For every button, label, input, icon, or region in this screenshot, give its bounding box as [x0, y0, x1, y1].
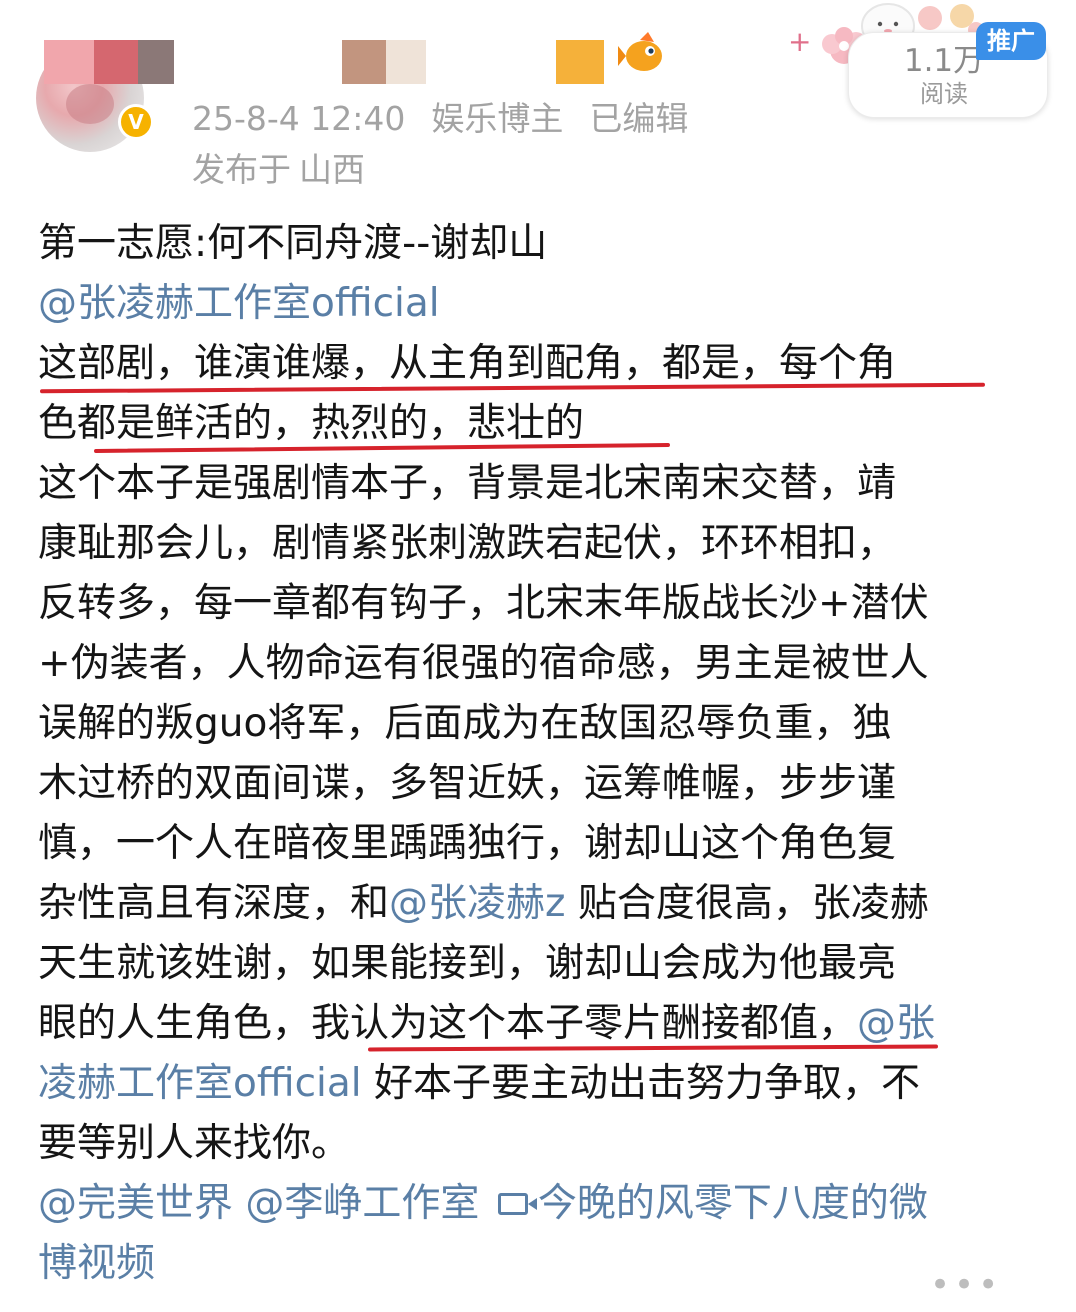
- post-line: 木过桥的双面间谍，多智近妖，运筹帷幄，步步谨: [38, 754, 1048, 814]
- post-text: 第一志愿:何不同舟渡--谢却山: [38, 221, 548, 266]
- post-line: 康耻那会儿，剧情紧张刺激跌宕起伏，环环相扣，: [38, 514, 1048, 574]
- post-text: 要等别人来找你。: [38, 1121, 351, 1166]
- post-body: 第一志愿:何不同舟渡--谢却山 @张凌赫工作室official 这部剧，谁演谁爆…: [38, 214, 1048, 1294]
- post-text: 色都是鲜活的，热烈的，悲壮的: [38, 401, 585, 446]
- post-line: 反转多，每一章都有钩子，北宋末年版战长沙+潜伏: [38, 574, 1048, 634]
- author-category: 娱乐博主: [431, 99, 564, 138]
- post-text: 这部剧，谁演谁爆，从主角到配角，都是，每个角: [38, 341, 897, 386]
- post-text: +伪装者，人物命运有很强的宿命感，男主是被世人: [38, 641, 929, 686]
- video-icon: [497, 1192, 537, 1215]
- post-text: 杂性高且有深度，和: [38, 881, 390, 926]
- more-dots-icon: •••: [930, 1265, 1003, 1305]
- verified-badge-icon: V: [118, 104, 154, 140]
- mention-link[interactable]: @张凌赫工作室official: [38, 281, 440, 326]
- redacted-block: [44, 40, 94, 84]
- post-line: 眼的人生角色，我认为这个本子零片酬接都值，@张: [38, 994, 1048, 1054]
- post-text: 天生就该姓谢，如果能接到，谢却山会成为他最亮: [38, 941, 897, 986]
- post-line: 杂性高且有深度，和@张凌赫z 贴合度很高，张凌赫: [38, 874, 1048, 934]
- post-header: V 25-8-4 12:40 娱乐博主 已编辑 发布于 山西 + 1.1万 阅读…: [0, 0, 1076, 200]
- post-meta: 25-8-4 12:40 娱乐博主 已编辑: [192, 97, 714, 141]
- post-line: 色都是鲜活的，热烈的，悲壮的: [38, 394, 1048, 454]
- post-line: 这部剧，谁演谁爆，从主角到配角，都是，每个角: [38, 334, 1048, 394]
- mention-link[interactable]: 凌赫工作室official: [38, 1061, 362, 1106]
- post-line: 要等别人来找你。: [38, 1114, 1048, 1174]
- location-value: 山西: [299, 150, 365, 189]
- post-text: 误解的叛guo将军，后面成为在敌国忍辱负重，独: [38, 701, 892, 746]
- video-link[interactable]: 博视频: [38, 1241, 155, 1286]
- post-line: 博视频: [38, 1234, 1048, 1294]
- post-text: 眼的人生角色，我认为这个本子零片酬接都值，: [38, 1001, 858, 1046]
- mention-link[interactable]: @完美世界: [38, 1181, 233, 1226]
- post-line: 这个本子是强剧情本子，背景是北宋南宋交替，靖: [38, 454, 1048, 514]
- redacted-block: [386, 40, 426, 84]
- post-text: 这个本子是强剧情本子，背景是北宋南宋交替，靖: [38, 461, 897, 506]
- location-prefix: 发布于: [192, 150, 291, 189]
- post-line: @张凌赫工作室official: [38, 274, 1048, 334]
- post-line: 第一志愿:何不同舟渡--谢却山: [38, 214, 1048, 274]
- post-line: 凌赫工作室official 好本子要主动出击努力争取，不: [38, 1054, 1048, 1114]
- mention-link[interactable]: @张: [857, 1001, 935, 1046]
- post-line: 误解的叛guo将军，后面成为在敌国忍辱负重，独: [38, 694, 1048, 754]
- read-label: 阅读: [920, 80, 968, 108]
- post-line: 慎，一个人在暗夜里踽踽独行，谢却山这个角色复: [38, 814, 1048, 874]
- redacted-block: [556, 40, 604, 84]
- avatar-image: [66, 84, 114, 124]
- redacted-block: [138, 40, 174, 84]
- post-timestamp[interactable]: 25-8-4 12:40: [192, 99, 405, 138]
- mention-link[interactable]: @李峥工作室: [245, 1181, 479, 1226]
- post-line: +伪装者，人物命运有很强的宿命感，男主是被世人: [38, 634, 1048, 694]
- redacted-block: [94, 40, 138, 84]
- sparkle-icon: +: [788, 25, 812, 58]
- post-text: 好本子要主动出击努力争取，不: [361, 1061, 920, 1106]
- fish-icon: [618, 32, 662, 71]
- post-location: 发布于 山西: [192, 148, 365, 192]
- post-text: 康耻那会儿，剧情紧张刺激跌宕起伏，环环相扣，: [38, 521, 897, 566]
- redacted-block: [342, 40, 386, 84]
- post-text: 木过桥的双面间谍，多智近妖，运筹帷幄，步步谨: [38, 761, 897, 806]
- post-line: 天生就该姓谢，如果能接到，谢却山会成为他最亮: [38, 934, 1048, 994]
- mention-link[interactable]: @张凌赫z: [389, 881, 565, 926]
- post-text: 反转多，每一章都有钩子，北宋末年版战长沙+潜伏: [38, 581, 929, 626]
- edited-label[interactable]: 已编辑: [589, 99, 688, 138]
- post-text: 贴合度很高，张凌赫: [565, 881, 929, 926]
- promo-badge[interactable]: 推广: [976, 22, 1046, 60]
- post-text: 慎，一个人在暗夜里踽踽独行，谢却山这个角色复: [38, 821, 897, 866]
- post-line: @完美世界 @李峥工作室 今晚的风零下八度的微: [38, 1174, 1048, 1234]
- video-link[interactable]: 今晚的风零下八度的微: [538, 1181, 928, 1226]
